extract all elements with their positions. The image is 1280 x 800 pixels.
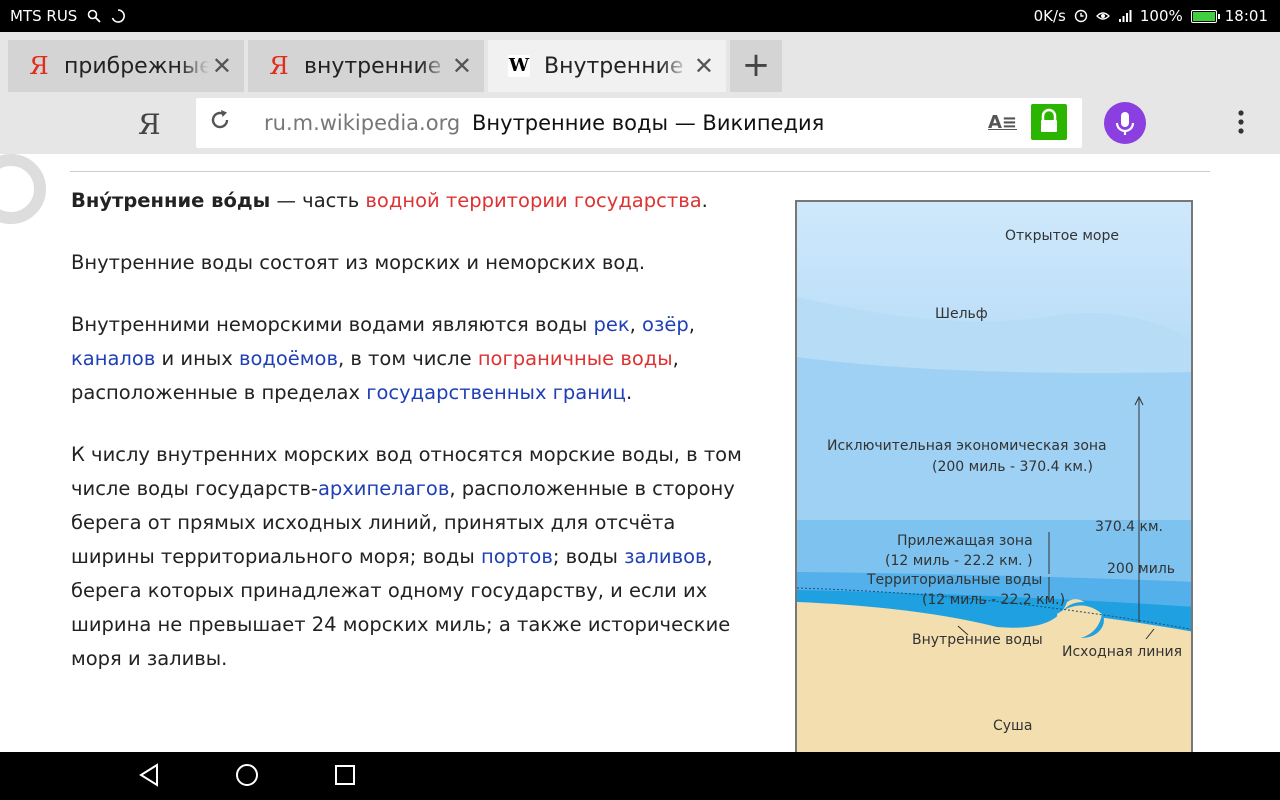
text: — часть <box>270 189 366 212</box>
paragraph-2: Внутренние воды состоят из морских и нем… <box>71 251 646 274</box>
paragraph-4: К числу внутренних морских вод относятся… <box>71 438 761 676</box>
link-rivers[interactable]: рек <box>593 313 629 336</box>
url-field[interactable]: ru.m.wikipedia.org Внутренние воды — Вик… <box>196 98 1082 148</box>
close-icon[interactable]: ✕ <box>694 54 714 78</box>
label-contiguous-range: (12 миль - 22.2 км. ) <box>885 553 1033 569</box>
yandex-icon: Я <box>269 52 289 80</box>
carrier-label: MTS RUS <box>10 7 78 25</box>
reload-icon[interactable] <box>208 108 232 132</box>
label-territorial-waters: Территориальные воды <box>867 572 1043 588</box>
yandex-icon: Я <box>29 52 49 80</box>
link-canals[interactable]: каналов <box>71 347 155 370</box>
lock-icon[interactable] <box>1031 104 1067 140</box>
label-open-sea: Открытое море <box>1005 228 1119 244</box>
divider <box>70 171 1210 172</box>
text: . <box>701 189 708 212</box>
label-distance-miles: 200 миль <box>1107 561 1176 577</box>
battery-percent: 100% <box>1139 7 1183 25</box>
new-tab-button[interactable]: + <box>730 40 782 92</box>
signal-icon <box>1118 10 1132 22</box>
status-bar: MTS RUS 0K/s 100% 18:01 <box>0 0 1280 32</box>
close-icon[interactable]: ✕ <box>212 54 232 78</box>
text: ; воды <box>552 545 625 568</box>
text: . <box>625 381 633 404</box>
label-land: Суша <box>993 718 1033 734</box>
link-ports[interactable]: портов <box>481 545 553 568</box>
alarm-icon <box>1074 9 1088 23</box>
text: , <box>629 313 643 336</box>
clock: 18:01 <box>1224 7 1268 25</box>
tab-bar: Я прибрежные ✕ Я внутренние ✕ W Внутренн… <box>0 32 1280 96</box>
label-shelf: Шельф <box>935 306 988 322</box>
label-distance-km: 370.4 км. <box>1095 519 1163 535</box>
link-reservoirs[interactable]: водоёмов <box>239 347 338 370</box>
tab-1[interactable]: Я прибрежные ✕ <box>8 40 244 92</box>
back-icon[interactable] <box>138 762 160 788</box>
yandex-home-button[interactable]: Я <box>138 108 161 141</box>
home-icon[interactable] <box>235 762 259 788</box>
eye-icon <box>1095 12 1110 20</box>
loading-icon <box>112 9 126 23</box>
tab-title: прибрежные <box>64 53 209 79</box>
text: , в том числе <box>337 347 478 370</box>
text: Внутренними неморскими водами являются в… <box>71 313 594 336</box>
label-eez-range: (200 миль - 370.4 км.) <box>932 459 1093 475</box>
text: , <box>688 313 695 336</box>
maritime-zones-figure[interactable]: Открытое море Шельф Исключительная эконо… <box>795 200 1193 752</box>
address-bar: Я ru.m.wikipedia.org Внутренние воды — В… <box>0 96 1280 154</box>
paragraph-1: Вну́тренние во́ды — часть водной террито… <box>71 184 761 218</box>
link-state-borders[interactable]: государственных границ <box>366 381 626 404</box>
scroll-indicator[interactable] <box>0 154 46 224</box>
tab-title: внутренние <box>304 53 442 79</box>
text: расположенные в пределах <box>71 381 367 404</box>
label-contiguous-zone: Прилежащая зона <box>897 533 1033 549</box>
page-content[interactable]: Вну́тренние во́ды — часть водной террито… <box>0 154 1280 752</box>
figure-drawing <box>797 202 1191 752</box>
label-territorial-range: (12 миль - 22.2 км.) <box>922 592 1066 608</box>
recents-icon[interactable] <box>334 762 356 788</box>
menu-icon[interactable] <box>1236 108 1246 136</box>
link-bays[interactable]: заливов <box>624 545 706 568</box>
tab-3-active[interactable]: W Внутренние ✕ <box>488 40 726 92</box>
network-speed: 0K/s <box>1033 7 1066 25</box>
link-archipelagos[interactable]: архипелагов <box>318 477 449 500</box>
article-body: Вну́тренние во́ды — часть водной террито… <box>71 184 761 704</box>
close-icon[interactable]: ✕ <box>452 54 472 78</box>
search-icon <box>88 9 101 23</box>
tab-2[interactable]: Я внутренние ✕ <box>248 40 484 92</box>
system-nav-bar <box>0 752 1280 800</box>
text: , <box>672 347 679 370</box>
article-term: Вну́тренние во́ды <box>71 189 271 212</box>
link-water-territory[interactable]: водной территории государства <box>365 189 701 212</box>
text: и иных <box>155 347 239 370</box>
label-eez: Исключительная экономическая зона <box>827 438 1107 454</box>
reader-mode-icon[interactable]: A≡ <box>988 112 1017 133</box>
url-page-title: Внутренние воды — Википедия <box>472 111 825 135</box>
link-border-waters[interactable]: пограничные воды <box>478 347 673 370</box>
url-domain: ru.m.wikipedia.org <box>264 111 461 135</box>
tab-title: Внутренние <box>544 53 684 79</box>
label-internal-waters: Внутренние воды <box>912 632 1043 648</box>
link-lakes[interactable]: озёр <box>642 313 689 336</box>
paragraph-3: Внутренними неморскими водами являются в… <box>71 308 761 410</box>
battery-icon <box>1190 9 1220 23</box>
wikipedia-icon: W <box>508 55 530 77</box>
voice-search-icon[interactable] <box>1104 102 1146 144</box>
label-baseline: Исходная линия <box>1062 644 1183 660</box>
